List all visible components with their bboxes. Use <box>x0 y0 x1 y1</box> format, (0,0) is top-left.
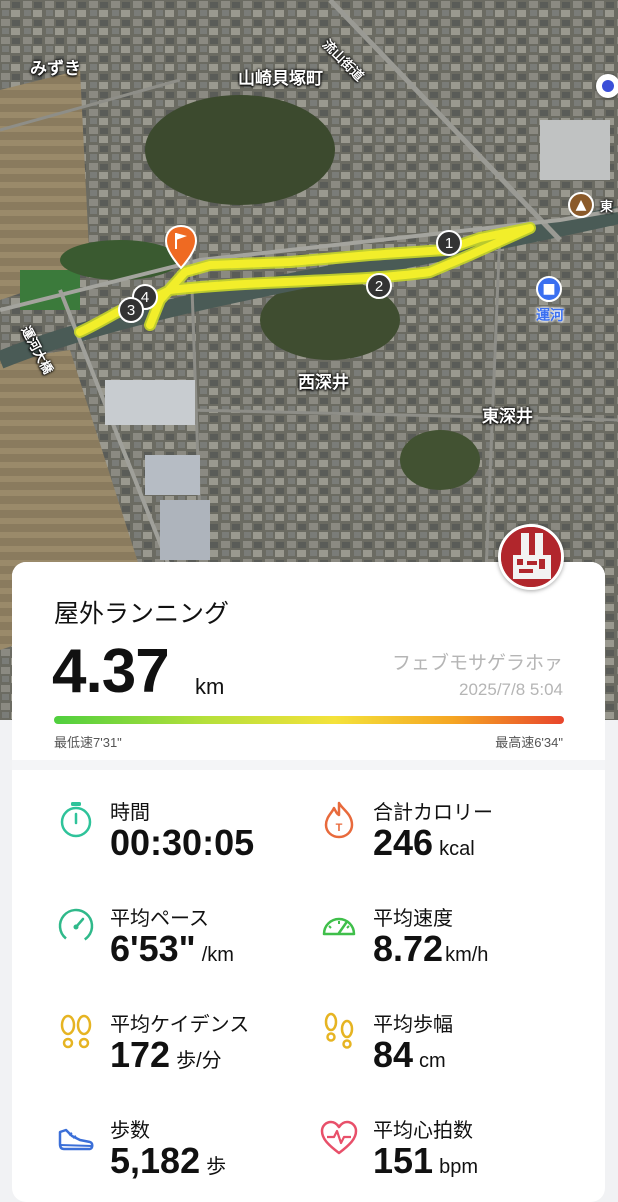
split-marker-3[interactable]: 3 <box>118 297 144 323</box>
avg-pace-unit: /km <box>201 944 234 966</box>
cadence-unit: 歩/分 <box>176 1050 222 1072</box>
heart-rate-unit: bpm <box>439 1156 478 1178</box>
time-value: 00:30:05 <box>110 822 255 863</box>
svg-text:T: T <box>336 822 343 834</box>
footprints-icon <box>60 1014 92 1049</box>
running-shoe-icon <box>58 1128 94 1151</box>
distance-value: 4.37 <box>52 637 170 706</box>
steps-label: 歩数 <box>110 1118 150 1142</box>
map-label-higashifukai: 東深井 <box>482 407 533 427</box>
user-avatar[interactable] <box>498 524 564 590</box>
stride-unit: cm <box>419 1050 446 1072</box>
map-label-higashi: 東 <box>600 200 614 215</box>
school-icon[interactable]: ▲ <box>568 192 594 218</box>
map-label-mizuki: みずき <box>30 59 81 79</box>
user-name: フェブモサゲラホァ <box>391 652 563 674</box>
avg-speed-unit: km/h <box>445 944 489 966</box>
current-location-icon[interactable] <box>596 74 618 98</box>
steps-value: 5,182 <box>110 1140 201 1181</box>
section-divider <box>12 760 605 770</box>
avg-speed-value: 8.72 <box>373 928 444 969</box>
time-label: 時間 <box>110 800 150 824</box>
stopwatch-icon <box>60 802 92 838</box>
avg-speed-label: 平均速度 <box>373 906 453 930</box>
workout-summary-card: 屋外ランニング 4.37 km フェブモサゲラホァ 2025/7/8 5:04 … <box>12 562 605 1202</box>
pace-gradient-bar <box>54 716 564 724</box>
start-flag-pin-icon[interactable] <box>164 224 198 270</box>
distance-unit: km <box>195 674 225 699</box>
slowest-pace: 最低速7'31" <box>54 735 122 750</box>
heart-rate-icon <box>320 1120 358 1155</box>
stride-value: 84 <box>373 1034 414 1075</box>
split-marker-1[interactable]: 1 <box>436 230 462 256</box>
calories-label: 合計カロリー <box>373 800 493 824</box>
speedometer-icon <box>322 917 356 936</box>
cadence-label: 平均ケイデンス <box>110 1012 250 1036</box>
train-station-icon[interactable]: ■ <box>536 276 562 302</box>
workout-type: 屋外ランニング <box>54 599 230 628</box>
cadence-value: 172 <box>110 1034 171 1075</box>
heart-rate-label: 平均心拍数 <box>373 1118 473 1142</box>
stride-label: 平均歩幅 <box>373 1012 453 1036</box>
workout-datetime: 2025/7/8 5:04 <box>459 680 563 699</box>
avg-pace-value: 6'53" <box>110 928 196 969</box>
map-label-yamazaki: 山崎貝塚町 <box>238 69 323 89</box>
avg-pace-label: 平均ペース <box>110 906 209 930</box>
heart-rate-value: 151 <box>373 1140 434 1181</box>
calories-unit: kcal <box>439 838 475 860</box>
flame-icon: T <box>324 801 354 839</box>
fastest-pace: 最高速6'34" <box>495 735 563 750</box>
calories-value: 246 <box>373 822 434 863</box>
steps-unit: 歩 <box>206 1156 227 1178</box>
pace-gauge-icon <box>58 908 94 944</box>
map-label-unga-station: 運河 <box>536 308 564 324</box>
avatar-image <box>501 527 561 587</box>
stride-footprints-icon <box>324 1012 354 1049</box>
split-marker-2[interactable]: 2 <box>366 273 392 299</box>
map-label-nishifukai: 西深井 <box>298 373 349 393</box>
